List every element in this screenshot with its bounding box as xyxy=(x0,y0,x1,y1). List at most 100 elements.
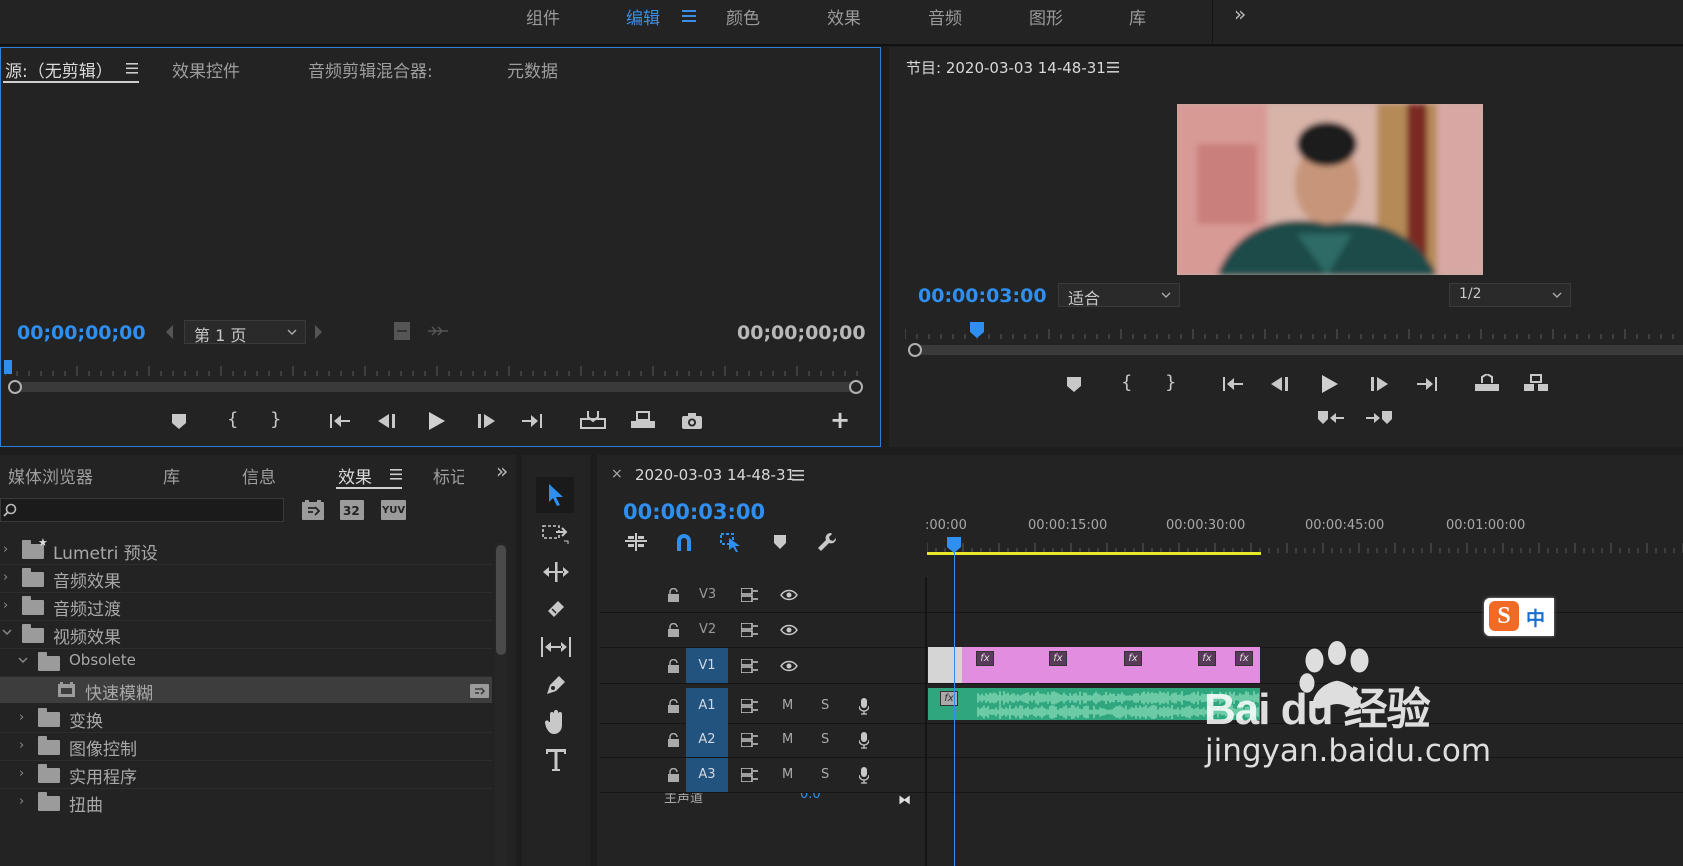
scrollbar-thumb[interactable] xyxy=(496,545,506,655)
workspace-tab-color[interactable]: 颜色 xyxy=(726,4,760,29)
step-back-icon[interactable] xyxy=(1271,377,1289,391)
mute-button[interactable]: M xyxy=(782,732,793,747)
effects-scrollbar[interactable] xyxy=(495,543,507,866)
tree-item-obsolete[interactable]: Obsolete xyxy=(69,651,136,669)
tab-info[interactable]: 信息 xyxy=(242,463,276,488)
workspace-tab-audio[interactable]: 音频 xyxy=(928,4,962,29)
microphone-icon[interactable] xyxy=(859,697,869,715)
chevron-right-icon[interactable]: › xyxy=(3,570,8,585)
track-select-tool-icon[interactable] xyxy=(542,523,570,545)
step-forward-icon[interactable] xyxy=(477,414,495,428)
video-clip[interactable]: fx xyxy=(962,647,1001,683)
go-to-out-icon[interactable] xyxy=(522,414,542,428)
workspace-tab-editing[interactable]: 编辑 xyxy=(626,4,660,29)
source-playhead[interactable] xyxy=(4,360,12,374)
tree-item-audio-transitions[interactable]: 音频过渡 xyxy=(53,595,121,620)
chevron-right-icon[interactable]: › xyxy=(3,542,8,557)
go-to-out-icon[interactable] xyxy=(1417,377,1437,391)
drag-audio-icon[interactable] xyxy=(428,325,448,337)
track-row-a2[interactable]: A2 M S xyxy=(600,723,1683,758)
tab-libraries[interactable]: 库 xyxy=(163,463,180,488)
more-panels-button[interactable]: » xyxy=(496,459,508,483)
timeline-playhead-timecode[interactable]: 00:00:03:00 xyxy=(623,500,765,524)
timeline-playhead-handle[interactable] xyxy=(947,537,961,553)
button-editor-add-button[interactable]: + xyxy=(830,406,850,434)
source-playhead-timecode[interactable]: 00;00;00;00 xyxy=(17,322,146,344)
extract-icon[interactable] xyxy=(1523,374,1549,392)
program-playhead-timecode[interactable]: 00:00:03:00 xyxy=(918,285,1047,307)
ripple-edit-tool-icon[interactable] xyxy=(542,561,570,583)
go-to-prev-edit-icon[interactable] xyxy=(1318,411,1344,425)
track-row-a3[interactable]: A3 M S xyxy=(600,758,1683,793)
mark-out-icon[interactable]: } xyxy=(270,409,281,430)
source-time-ruler[interactable] xyxy=(5,362,861,376)
tree-item-video-effects[interactable]: 视频效果 xyxy=(53,623,121,648)
zoom-handle-right[interactable] xyxy=(849,380,863,394)
chevron-down-icon[interactable] xyxy=(2,629,12,635)
video-clip[interactable] xyxy=(1000,647,1038,683)
work-area-bar[interactable] xyxy=(927,552,1261,555)
go-to-in-icon[interactable] xyxy=(330,414,350,428)
video-clip[interactable]: fx xyxy=(1112,647,1150,683)
solo-button[interactable]: S xyxy=(821,767,829,782)
type-tool-icon[interactable] xyxy=(546,749,566,771)
master-volume-value[interactable]: 0.0 xyxy=(800,793,821,802)
fit-select[interactable]: 适合 xyxy=(1058,283,1180,308)
solo-button[interactable]: S xyxy=(821,732,829,747)
pen-tool-icon[interactable] xyxy=(544,673,568,697)
panel-menu-icon[interactable] xyxy=(126,63,138,74)
track-target-a1[interactable]: A1 xyxy=(686,688,728,723)
hand-tool-icon[interactable] xyxy=(544,709,568,735)
panel-menu-icon[interactable] xyxy=(1107,62,1119,73)
step-back-icon[interactable] xyxy=(378,414,396,428)
close-sequence-icon[interactable]: × xyxy=(611,466,623,482)
tab-metadata[interactable]: 元数据 xyxy=(507,57,558,82)
yuv-effects-icon[interactable]: YUV xyxy=(381,500,406,520)
lock-icon[interactable] xyxy=(668,623,679,637)
video-clip[interactable]: fx xyxy=(1037,647,1076,683)
workspace-tab-libraries[interactable]: 库 xyxy=(1129,4,1146,29)
32-bit-effects-icon[interactable]: 32 xyxy=(340,500,364,520)
solo-button[interactable]: S xyxy=(821,698,829,713)
razor-tool-icon[interactable] xyxy=(544,597,568,621)
tab-effect-controls[interactable]: 效果控件 xyxy=(172,57,240,82)
program-playhead[interactable] xyxy=(970,322,984,338)
linked-selection-icon[interactable] xyxy=(720,532,742,552)
program-title[interactable]: 节目: 2020-03-03 14-48-31 xyxy=(906,57,1106,78)
chevron-right-icon[interactable]: › xyxy=(19,738,24,753)
track-target-v1[interactable]: V1 xyxy=(686,648,728,683)
snap-magnet-icon[interactable] xyxy=(675,533,693,551)
microphone-icon[interactable] xyxy=(859,732,869,749)
video-clip[interactable] xyxy=(928,647,963,683)
tab-markers[interactable]: 标记 xyxy=(432,463,464,487)
workspace-tab-assembly[interactable]: 组件 xyxy=(526,4,560,29)
accelerated-effects-icon[interactable] xyxy=(302,500,324,520)
tab-media-browser[interactable]: 媒体浏览器 xyxy=(8,463,93,488)
lock-icon[interactable] xyxy=(668,768,679,782)
chevron-down-icon[interactable] xyxy=(18,657,28,663)
lock-icon[interactable] xyxy=(668,733,679,747)
timeline-settings-wrench-icon[interactable] xyxy=(817,532,837,552)
step-forward-icon[interactable] xyxy=(1370,377,1388,391)
source-zoom-scrollbar[interactable] xyxy=(11,382,857,392)
go-to-next-edit-icon[interactable] xyxy=(1366,411,1392,425)
workspace-menu-icon[interactable] xyxy=(682,10,696,22)
workspace-tab-effects[interactable]: 效果 xyxy=(827,4,861,29)
add-marker-icon[interactable] xyxy=(1067,377,1081,392)
lock-icon[interactable] xyxy=(668,698,679,713)
effects-search-input[interactable] xyxy=(0,498,284,522)
microphone-icon[interactable] xyxy=(859,767,869,784)
program-time-ruler[interactable] xyxy=(905,325,1683,339)
sync-lock-icon[interactable] xyxy=(741,698,759,713)
track-target-a2[interactable]: A2 xyxy=(686,723,728,757)
tab-sequence[interactable]: 2020-03-03 14-48-31 xyxy=(635,466,795,484)
next-page-icon[interactable] xyxy=(314,325,322,339)
sync-lock-icon[interactable] xyxy=(741,658,759,673)
mute-button[interactable]: M xyxy=(782,767,793,782)
tab-audio-clip-mixer[interactable]: 音频剪辑混合器: xyxy=(308,57,433,82)
video-clip[interactable] xyxy=(1075,647,1113,683)
mark-in-icon[interactable]: { xyxy=(1121,372,1132,393)
tree-item-utility[interactable]: 实用程序 xyxy=(69,763,137,788)
export-frame-icon[interactable] xyxy=(682,413,702,429)
prev-page-icon[interactable] xyxy=(166,325,174,339)
